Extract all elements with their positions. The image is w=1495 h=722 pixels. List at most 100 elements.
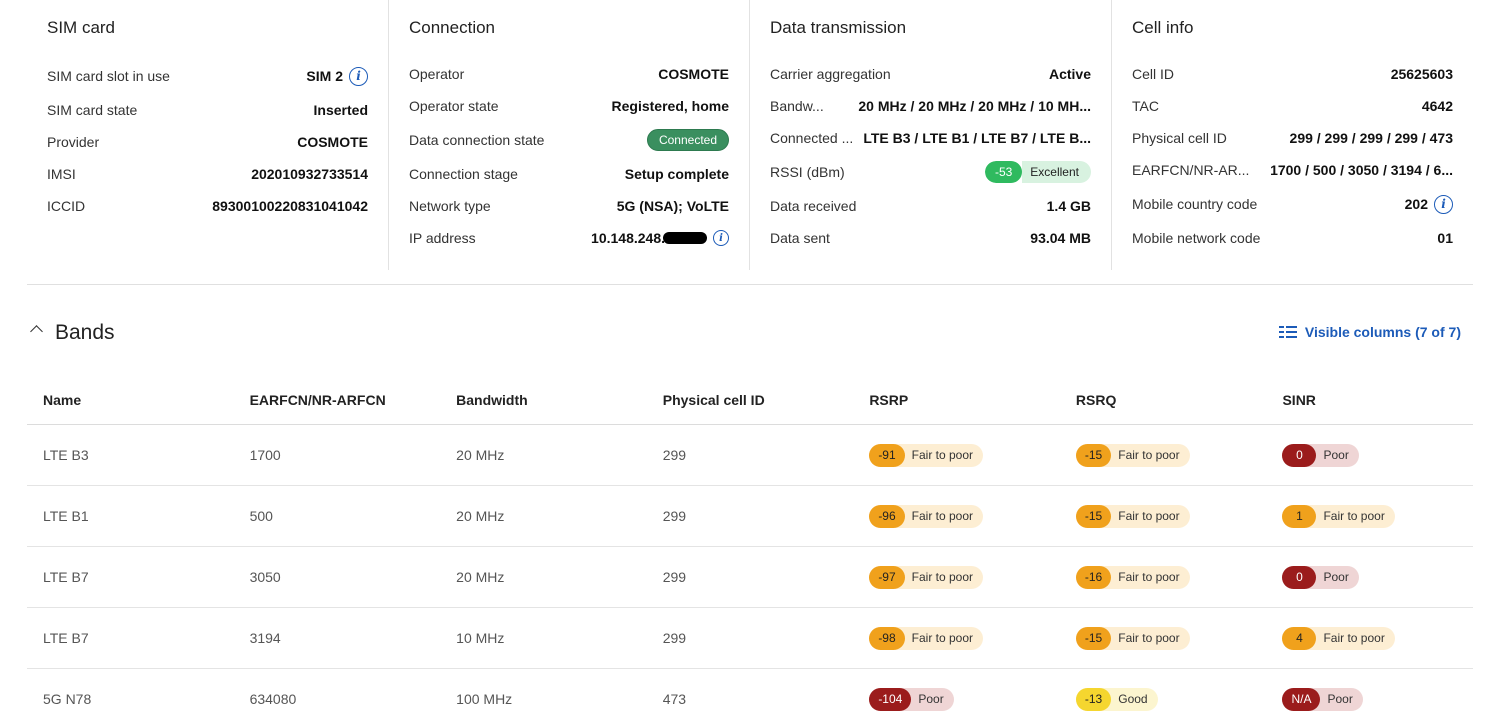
- sinr-quality: Poor: [1327, 692, 1353, 706]
- rsrq-badge: -15 Fair to poor: [1075, 504, 1190, 528]
- cell-pci: 299: [662, 630, 687, 646]
- row-value: 93.04 MB: [1030, 230, 1091, 246]
- chevron-up-icon[interactable]: [30, 325, 43, 338]
- rsrq-value: -15: [1075, 443, 1112, 467]
- row-value: COSMOTE: [658, 66, 729, 82]
- rsrp-badge: -104 Poor: [869, 687, 954, 711]
- sim-card-panel: SIM card SIM card slot in use SIM 2 i SIM…: [27, 0, 388, 270]
- rsrq-quality: Fair to poor: [1118, 509, 1180, 523]
- info-row: Carrier aggregation Active: [770, 63, 1091, 85]
- row-value: LTE B3 / LTE B1 / LTE B7 / LTE B...: [863, 130, 1091, 146]
- cell-arfcn: 3194: [249, 630, 281, 646]
- rsrp-badge: -91 Fair to poor: [869, 443, 984, 467]
- row-value: COSMOTE: [297, 134, 368, 150]
- row-value: 1700 / 500 / 3050 / 3194 / 6...: [1270, 162, 1453, 178]
- row-label: Cell ID: [1132, 66, 1175, 82]
- column-header-sinr[interactable]: SINR: [1266, 392, 1473, 408]
- rssi-value: -53: [984, 161, 1023, 183]
- bands-title[interactable]: Bands: [55, 321, 115, 345]
- cell-pci: 473: [662, 691, 687, 707]
- row-value: 202 i: [1404, 194, 1453, 214]
- info-row: Network type 5G (NSA); VoLTE: [409, 195, 729, 217]
- row-value: 25625603: [1390, 66, 1453, 82]
- rsrq-badge: -13 Good: [1075, 687, 1158, 711]
- row-value: 10.148.248. i: [591, 230, 729, 246]
- column-header-arfcn[interactable]: EARFCN/NR-ARFCN: [234, 392, 441, 408]
- cell-bandwidth: 20 MHz: [456, 508, 505, 524]
- row-label: Data received: [770, 198, 857, 214]
- info-icon[interactable]: i: [713, 230, 729, 246]
- row-label: Connected ...: [770, 130, 854, 146]
- row-value: 4642: [1421, 98, 1453, 114]
- rsrp-value: -98: [869, 626, 905, 650]
- cell-pci: 299: [662, 447, 687, 463]
- visible-columns-button[interactable]: Visible columns (7 of 7): [1278, 324, 1461, 340]
- rsrp-badge: -97 Fair to poor: [869, 565, 984, 589]
- row-label: Connection stage: [409, 166, 518, 182]
- rsrp-quality: Poor: [918, 692, 944, 706]
- connection-panel: Connection Operator COSMOTE Operator sta…: [388, 0, 749, 270]
- table-row: LTE B1 500 20 MHz 299 -96 Fair to poor -1…: [27, 486, 1473, 547]
- info-row: Bandw... 20 MHz / 20 MHz / 20 MHz / 10 M…: [770, 95, 1091, 117]
- rsrq-value: -16: [1075, 565, 1112, 589]
- rsrq-badge: -16 Fair to poor: [1075, 565, 1190, 589]
- row-value: 202010932733514: [251, 166, 368, 182]
- row-label: Mobile country code: [1132, 196, 1258, 212]
- info-icon[interactable]: i: [349, 66, 368, 86]
- cell-arfcn: 500: [249, 508, 273, 524]
- info-panels: SIM card SIM card slot in use SIM 2 i SIM…: [27, 0, 1473, 270]
- cell-arfcn: 3050: [249, 569, 281, 585]
- column-header-pci[interactable]: Physical cell ID: [647, 392, 854, 408]
- rsrq-value: -15: [1075, 504, 1112, 528]
- rsrq-quality: Fair to poor: [1118, 631, 1180, 645]
- row-value: Registered, home: [611, 98, 729, 114]
- column-header-rsrq[interactable]: RSRQ: [1060, 392, 1267, 408]
- row-label: ICCID: [47, 198, 86, 214]
- visible-columns-label: Visible columns (7 of 7): [1304, 324, 1461, 340]
- sinr-value: 0: [1282, 565, 1317, 589]
- mcc-value: 202: [1404, 196, 1428, 212]
- rsrp-badge: -98 Fair to poor: [869, 626, 984, 650]
- row-value: -53 Excellent: [984, 161, 1091, 183]
- rsrq-quality: Fair to poor: [1118, 448, 1180, 462]
- cell-name: LTE B3: [43, 447, 89, 463]
- panel-title: SIM card: [47, 18, 116, 37]
- sinr-quality: Poor: [1323, 448, 1349, 462]
- column-header-bandwidth[interactable]: Bandwidth: [440, 392, 647, 408]
- ip-address-value: 10.148.248.: [591, 230, 665, 246]
- rsrp-badge: -96 Fair to poor: [869, 504, 984, 528]
- info-row: Mobile country code 202 i: [1132, 193, 1453, 215]
- row-value: 20 MHz / 20 MHz / 20 MHz / 10 MH...: [858, 98, 1091, 114]
- row-label: Bandw...: [770, 98, 824, 114]
- cell-arfcn: 634080: [249, 691, 297, 707]
- rsrp-value: -97: [869, 565, 905, 589]
- row-value: 1.4 GB: [1046, 198, 1091, 214]
- bands-table: Name EARFCN/NR-ARFCN Bandwidth Physical …: [27, 375, 1473, 722]
- rsrq-badge: -15 Fair to poor: [1075, 443, 1190, 467]
- redaction-mark: [663, 232, 707, 244]
- cell-pci: 299: [662, 569, 687, 585]
- section-divider: [27, 284, 1473, 285]
- rsrp-quality: Fair to poor: [911, 509, 974, 523]
- info-row: Connection stage Setup complete: [409, 163, 729, 185]
- info-icon[interactable]: i: [1434, 194, 1453, 214]
- rsrq-value: -15: [1075, 626, 1112, 650]
- column-header-rsrp[interactable]: RSRP: [853, 392, 1060, 408]
- cell-arfcn: 1700: [249, 447, 281, 463]
- table-row: LTE B7 3050 20 MHz 299 -97 Fair to poor -…: [27, 547, 1473, 608]
- table-header-row: Name EARFCN/NR-ARFCN Bandwidth Physical …: [27, 375, 1473, 425]
- row-label: Provider: [47, 134, 100, 150]
- row-label: IP address: [409, 230, 476, 246]
- row-label: EARFCN/NR-AR...: [1132, 162, 1250, 178]
- sinr-quality: Fair to poor: [1323, 631, 1385, 645]
- row-label: Physical cell ID: [1132, 130, 1227, 146]
- column-header-name[interactable]: Name: [27, 392, 234, 408]
- row-label: RSSI (dBm): [770, 164, 845, 180]
- cell-name: LTE B7: [43, 569, 89, 585]
- row-value: 5G (NSA); VoLTE: [616, 198, 729, 214]
- rsrq-quality: Fair to poor: [1118, 570, 1180, 584]
- info-row: Data connection state Connected: [409, 129, 729, 151]
- row-value: Connected: [646, 129, 729, 151]
- row-label: Mobile network code: [1132, 230, 1261, 246]
- row-label: TAC: [1132, 98, 1159, 114]
